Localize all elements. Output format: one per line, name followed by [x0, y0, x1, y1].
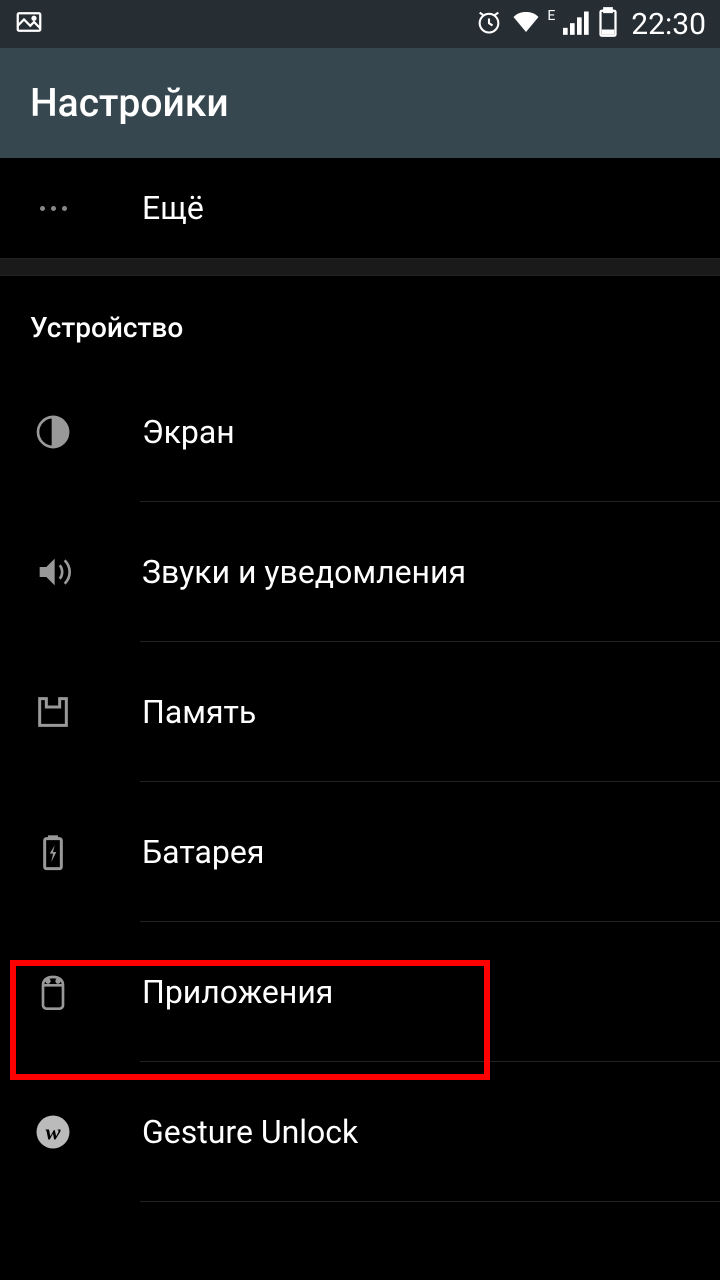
item-label: Экран: [142, 413, 235, 451]
settings-item-more[interactable]: Ещё: [0, 158, 720, 258]
wifi-icon: [511, 9, 541, 39]
settings-list: Ещё Устройство Экран Звуки и уведомления: [0, 158, 720, 1202]
settings-item-battery[interactable]: Батарея: [0, 782, 720, 922]
section-header-device: Устройство: [0, 276, 720, 362]
status-bar: E 22:30: [0, 0, 720, 48]
page-title: Настройки: [30, 80, 229, 126]
action-bar: Настройки: [0, 48, 720, 158]
picture-icon: [14, 7, 44, 41]
settings-item-storage[interactable]: Память: [0, 642, 720, 782]
status-left: [14, 7, 44, 41]
alarm-icon: [475, 8, 503, 40]
section-divider: [0, 258, 720, 276]
settings-item-sound[interactable]: Звуки и уведомления: [0, 502, 720, 642]
status-right: E 22:30: [475, 7, 706, 42]
battery-icon: [599, 7, 617, 41]
more-icon: [30, 185, 76, 231]
item-label: Память: [142, 693, 256, 731]
item-label: Батарея: [142, 833, 264, 871]
gesture-icon: w: [30, 1109, 76, 1155]
divider: [140, 1201, 720, 1202]
storage-icon: [30, 689, 76, 735]
apps-icon: [30, 969, 76, 1015]
settings-item-gesture[interactable]: w Gesture Unlock: [0, 1062, 720, 1202]
network-type-indicator: E: [547, 8, 555, 24]
status-time: 22:30: [631, 7, 706, 42]
item-label: Приложения: [142, 973, 333, 1011]
sound-icon: [30, 549, 76, 595]
settings-item-apps[interactable]: Приложения: [0, 922, 720, 1062]
signal-icon: [563, 9, 591, 39]
item-label: Звуки и уведомления: [142, 553, 466, 591]
item-label: Ещё: [142, 189, 204, 227]
item-label: Gesture Unlock: [142, 1113, 358, 1151]
battery-settings-icon: [30, 829, 76, 875]
svg-text:w: w: [45, 1120, 61, 1145]
settings-item-display[interactable]: Экран: [0, 362, 720, 502]
display-icon: [30, 409, 76, 455]
